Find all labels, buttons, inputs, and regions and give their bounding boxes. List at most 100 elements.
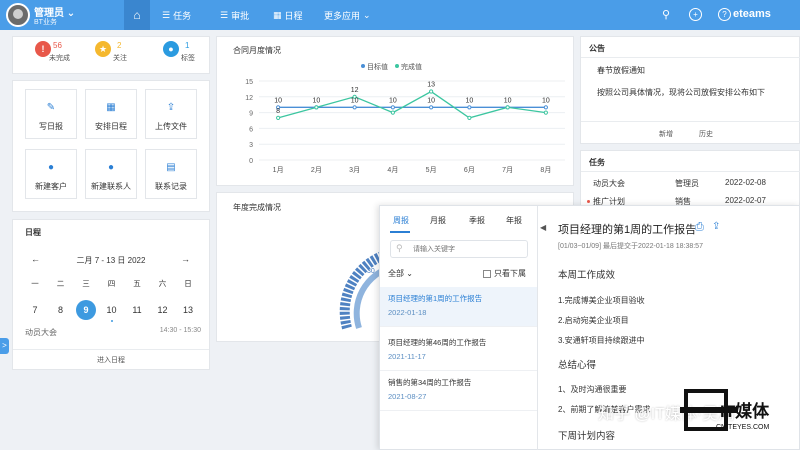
new-contact-label: 新建联系人	[91, 182, 131, 191]
arrange-schedule-button[interactable]: ▦ 安排日程	[85, 89, 137, 139]
calendar-day[interactable]: 13	[178, 300, 198, 320]
stat-incomplete[interactable]: ! 56 未完成	[23, 41, 70, 62]
report-line: 1.完成博美企业项目验收	[558, 296, 645, 305]
active-tab-indicator	[390, 231, 410, 233]
quick-actions-card: ✎ 写日报 ▦ 安排日程 ⇪ 上传文件 ● 新建客户 ● 新建联系人 ▤ 联系记录	[12, 80, 210, 212]
enter-schedule-link[interactable]: 进入日程	[13, 349, 209, 365]
task-row[interactable]: 动员大会 管理员 2022-02-08	[581, 175, 800, 189]
notice-add-button[interactable]: 新增	[659, 129, 673, 139]
nav-tab-approval-label: 审批	[231, 10, 250, 21]
tab-quarterly[interactable]: 季报	[469, 215, 485, 226]
weekday-label: 三	[82, 279, 90, 288]
upload-icon: ⇪	[166, 102, 176, 113]
nav-tab-tasks[interactable]: ☰ 任务	[162, 0, 191, 30]
pencil-icon: ✎	[46, 102, 56, 113]
new-customer-label: 新建客户	[35, 182, 67, 191]
data-point	[429, 105, 434, 110]
contact-record-button[interactable]: ▤ 联系记录	[145, 149, 197, 199]
nav-more-apps[interactable]: 更多应用 ⌄	[324, 0, 371, 30]
tab-weekly[interactable]: 周报	[393, 215, 409, 226]
notice-title: 公告	[589, 44, 605, 53]
stat-tags-label: 标签	[181, 55, 195, 62]
calendar-event-time: 14:30 - 15:30	[159, 327, 201, 334]
logo-subtext: CNITEYES.COM	[716, 424, 769, 431]
calendar-day[interactable]: 7	[25, 300, 45, 320]
task-date: 2022-02-08	[725, 178, 766, 187]
nav-tab-schedule-label: 日程	[284, 10, 303, 21]
legend-marker	[361, 64, 365, 68]
nav-tab-schedule[interactable]: ▦ 日程	[273, 0, 303, 30]
nav-tab-approval[interactable]: ☰ 审批	[220, 0, 249, 30]
nav-tab-tasks-label: 任务	[173, 10, 192, 21]
x-tick-label: 2月	[311, 166, 322, 174]
x-tick-label: 1月	[273, 166, 284, 174]
legend-label: 完成值	[401, 62, 422, 71]
data-point	[429, 89, 434, 94]
weekday-label: 六	[158, 279, 167, 288]
only-subordinates-label: 只看下属	[494, 269, 526, 278]
report-section-heading: 总结心得	[558, 360, 597, 371]
stat-tags[interactable]: ● 1 标签	[151, 41, 195, 62]
data-point	[505, 105, 510, 110]
upload-file-label: 上传文件	[155, 122, 187, 131]
report-title: 项目经理的第1周的工作报告	[388, 294, 483, 303]
side-expand-handle[interactable]: >	[0, 338, 9, 354]
x-tick-label: 4月	[387, 166, 398, 174]
add-icon[interactable]: +	[689, 8, 702, 21]
write-daily-report-button[interactable]: ✎ 写日报	[25, 89, 77, 139]
report-search-input[interactable]	[390, 240, 528, 258]
data-point	[276, 115, 281, 120]
report-list-item[interactable]: 项目经理的第1周的工作报告 2022-01-18	[380, 287, 537, 327]
data-point	[467, 115, 472, 120]
print-icon[interactable]: ⎙	[695, 221, 704, 234]
calendar-day[interactable]: 12	[153, 300, 173, 320]
upload-file-button[interactable]: ⇪ 上传文件	[145, 89, 197, 139]
stat-followed[interactable]: ★ 2 关注	[83, 41, 127, 62]
data-point	[543, 105, 548, 110]
tab-yearly[interactable]: 年报	[506, 215, 522, 226]
report-section-heading: 下周计划内容	[558, 431, 616, 442]
weekday-label: 二	[56, 279, 65, 288]
calendar-day[interactable]: 11	[127, 300, 147, 320]
report-line: 2.启动宛美企业项目	[558, 316, 629, 325]
share-icon[interactable]: ⇪	[712, 221, 720, 232]
notice-history-button[interactable]: 历史	[699, 129, 713, 139]
tab-monthly[interactable]: 月报	[430, 215, 446, 226]
data-label: 10	[427, 97, 435, 104]
report-list-item[interactable]: 销售的第34周的工作报告 2021-08-27	[380, 371, 537, 411]
report-section-heading: 本周工作成效	[558, 270, 616, 281]
y-tick-label: 3	[249, 142, 253, 149]
report-list-item[interactable]: 项目经理的第46周的工作报告 2021-11-17	[380, 331, 537, 371]
new-contact-button[interactable]: ● 新建联系人	[85, 149, 137, 199]
calendar-day[interactable]: 8	[51, 300, 71, 320]
calendar-day[interactable]: 9	[76, 300, 96, 320]
user-menu-chevron-icon: ⌄	[66, 8, 76, 19]
users-icon: ●	[107, 162, 115, 173]
calendar-card: 日程 ← 二月 7 - 13 日 2022 → 一二三四五六日 7 8 9 10 11 1…	[12, 219, 210, 370]
home-icon: ⌂	[133, 8, 141, 22]
new-customer-button[interactable]: ● 新建客户	[25, 149, 77, 199]
collapse-arrow-icon[interactable]: ◀	[540, 223, 546, 232]
next-week-arrow-icon[interactable]: →	[181, 254, 190, 264]
y-tick-label: 12	[245, 95, 253, 102]
home-nav-button[interactable]: ⌂	[124, 0, 150, 30]
notice-item-title[interactable]: 春节放假通知	[597, 65, 645, 76]
only-subordinates-checkbox[interactable]: 只看下属	[483, 268, 526, 279]
task-alert-dot	[587, 200, 590, 203]
data-label: 13	[427, 82, 435, 89]
gauge-value: 30	[367, 268, 375, 275]
report-title: 销售的第34周的工作报告	[388, 378, 472, 387]
help-icon[interactable]: ?	[718, 8, 731, 21]
search-icon[interactable]: ⚲	[659, 8, 673, 22]
data-label: 10	[389, 97, 397, 104]
series-line	[277, 90, 546, 119]
data-point	[352, 105, 357, 110]
popup-divider	[537, 206, 538, 450]
filter-all-dropdown[interactable]: 全部 ⌄	[388, 268, 413, 279]
contract-line-chart: 0 3 6 9 12 15 1月 2月 3月 4月 5月 6月 7月 8月 10 10 10 10 10 10 10 10…	[245, 62, 565, 174]
x-tick-label: 8月	[540, 166, 551, 174]
calendar-event[interactable]: 动员大会 14:30 - 15:30	[25, 327, 201, 341]
user-avatar[interactable]	[6, 3, 30, 27]
calendar-day[interactable]: 10	[102, 300, 122, 322]
calendar-range: 二月 7 - 13 日 2022	[76, 256, 146, 265]
